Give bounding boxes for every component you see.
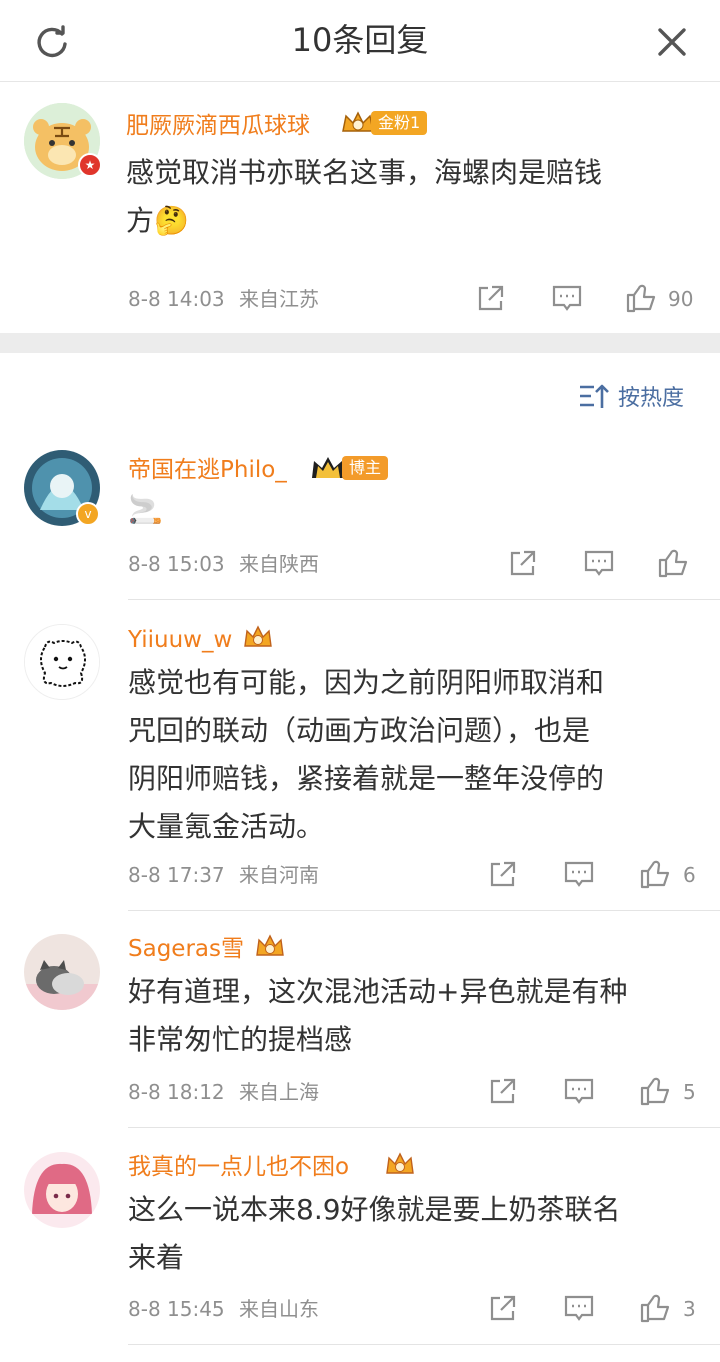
reply-text-line: 来着 <box>128 1241 185 1274</box>
comment-icon[interactable] <box>582 546 616 580</box>
reply-divider <box>128 1127 720 1128</box>
crown-icon <box>386 1152 414 1174</box>
reply-author[interactable]: Sageras雪 <box>128 934 244 964</box>
share-icon[interactable] <box>474 281 508 315</box>
like-icon[interactable] <box>656 546 690 580</box>
comment-meta: 8-8 14:03 来自江苏 <box>128 285 319 313</box>
fan-badge-label: 金粉1 <box>371 111 428 135</box>
reply-divider <box>128 910 720 911</box>
like-icon[interactable] <box>638 1291 672 1325</box>
reply-text-line: 感觉也有可能，因为之前阴阳师取消和 <box>128 666 605 699</box>
like-icon[interactable] <box>624 281 658 315</box>
thinking-emoji-icon: 🤔 <box>154 204 189 237</box>
role-badge-label: 博主 <box>342 456 389 480</box>
like-count: 5 <box>683 1080 696 1104</box>
comment-author[interactable]: 肥厥厥滴西瓜球球 <box>126 111 310 141</box>
comment-icon[interactable] <box>550 281 584 315</box>
reply-author[interactable]: Yiiuuw_w <box>128 625 232 655</box>
bear-doodle-avatar-icon <box>25 625 99 699</box>
reply-text-line: 阴阳师赔钱，紧接着就是一整年没停的 <box>128 762 605 795</box>
sort-icon <box>580 384 609 408</box>
avatar[interactable] <box>24 624 100 700</box>
avatar[interactable] <box>24 934 100 1010</box>
reply-meta: 8-8 18:12 来自上海 <box>128 1078 319 1106</box>
reply-text: 感觉也有可能，因为之前阴阳师取消和 咒回的联动（动画方政治问题），也是 阴阳师赔… <box>128 659 698 851</box>
close-icon[interactable] <box>652 22 692 62</box>
reply-date: 8-8 15:45 <box>128 1297 225 1321</box>
reply-divider <box>128 1344 720 1345</box>
comment-icon[interactable] <box>562 1291 596 1325</box>
reply-location: 来自上海 <box>239 1080 320 1104</box>
fan-badge: 金粉1 <box>341 109 428 137</box>
like-icon[interactable] <box>638 857 672 891</box>
sort-by-hot-button[interactable]: 按热度 <box>578 378 684 414</box>
comment-location: 来自江苏 <box>239 287 320 311</box>
reply-location: 来自河南 <box>239 863 320 887</box>
role-badge: 博主 <box>310 454 389 482</box>
comment-icon[interactable] <box>562 1074 596 1108</box>
reply-text-line: 大量氪金活动。 <box>128 810 325 843</box>
crown-icon <box>312 457 344 478</box>
crown-icon <box>256 934 284 956</box>
share-icon[interactable] <box>486 1074 520 1108</box>
reply-text: 这么一说本来8.9好像就是要上奶茶联名 来着 <box>128 1186 698 1282</box>
reply-date: 8-8 15:03 <box>128 552 225 576</box>
anime-girl-pink-avatar-icon <box>24 1152 100 1228</box>
reply-text-line: 咒回的联动（动画方政治问题），也是 <box>128 714 591 747</box>
like-count: 90 <box>668 287 694 311</box>
reply-meta: 8-8 15:03 来自陕西 <box>128 550 319 578</box>
reply-meta: 8-8 15:45 来自山东 <box>128 1295 319 1323</box>
share-icon[interactable] <box>486 1291 520 1325</box>
page-title: 10条回复 <box>291 21 429 59</box>
comment-icon[interactable] <box>562 857 596 891</box>
reply-text-line: 非常匆忙的提档感 <box>128 1023 353 1056</box>
reply-text-line: 好有道理，这次混池活动+异色就是有种 <box>128 975 628 1008</box>
reply-text: 🚬 <box>128 493 163 526</box>
comment-text-tail: 方 <box>126 204 155 237</box>
reply-date: 8-8 18:12 <box>128 1080 225 1104</box>
cat-photo-avatar-icon <box>24 934 100 1010</box>
reply-location: 来自陕西 <box>239 552 320 576</box>
reply-header: 10条回复 <box>0 0 720 82</box>
share-icon[interactable] <box>506 546 540 580</box>
sort-label: 按热度 <box>618 386 685 411</box>
reply-location: 来自山东 <box>239 1297 320 1321</box>
root-comment: ★ 肥厥厥滴西瓜球球 金粉1 感觉取消书亦联名这事，海螺肉是赔钱 方🤔 8-8 … <box>0 83 720 333</box>
comment-text-line: 感觉取消书亦联名这事，海螺肉是赔钱 <box>126 156 603 189</box>
like-icon[interactable] <box>638 1074 672 1108</box>
like-count: 6 <box>683 863 696 887</box>
reply-author[interactable]: 我真的一点儿也不困o <box>128 1152 349 1182</box>
section-divider <box>0 333 720 353</box>
share-icon[interactable] <box>486 857 520 891</box>
crown-icon <box>342 111 374 132</box>
reply-text-line: 这么一说本来8.9好像就是要上奶茶联名 <box>128 1193 621 1226</box>
comment-text-line: 方🤔 <box>126 197 686 245</box>
avatar[interactable] <box>24 1152 100 1228</box>
crown-icon <box>244 625 272 647</box>
like-count: 3 <box>683 1297 696 1321</box>
comment-date: 8-8 14:03 <box>128 287 225 311</box>
reply-divider <box>128 599 720 600</box>
verified-badge-red: ★ <box>78 153 102 177</box>
verified-badge-gold: v <box>76 502 100 526</box>
comment-text: 感觉取消书亦联名这事，海螺肉是赔钱 方🤔 <box>126 149 686 245</box>
reply-text: 好有道理，这次混池活动+异色就是有种 非常匆忙的提档感 <box>128 968 698 1064</box>
reply-date: 8-8 17:37 <box>128 863 225 887</box>
reply-meta: 8-8 17:37 来自河南 <box>128 861 319 889</box>
reply-author[interactable]: 帝国在逃Philo_ <box>128 455 287 485</box>
